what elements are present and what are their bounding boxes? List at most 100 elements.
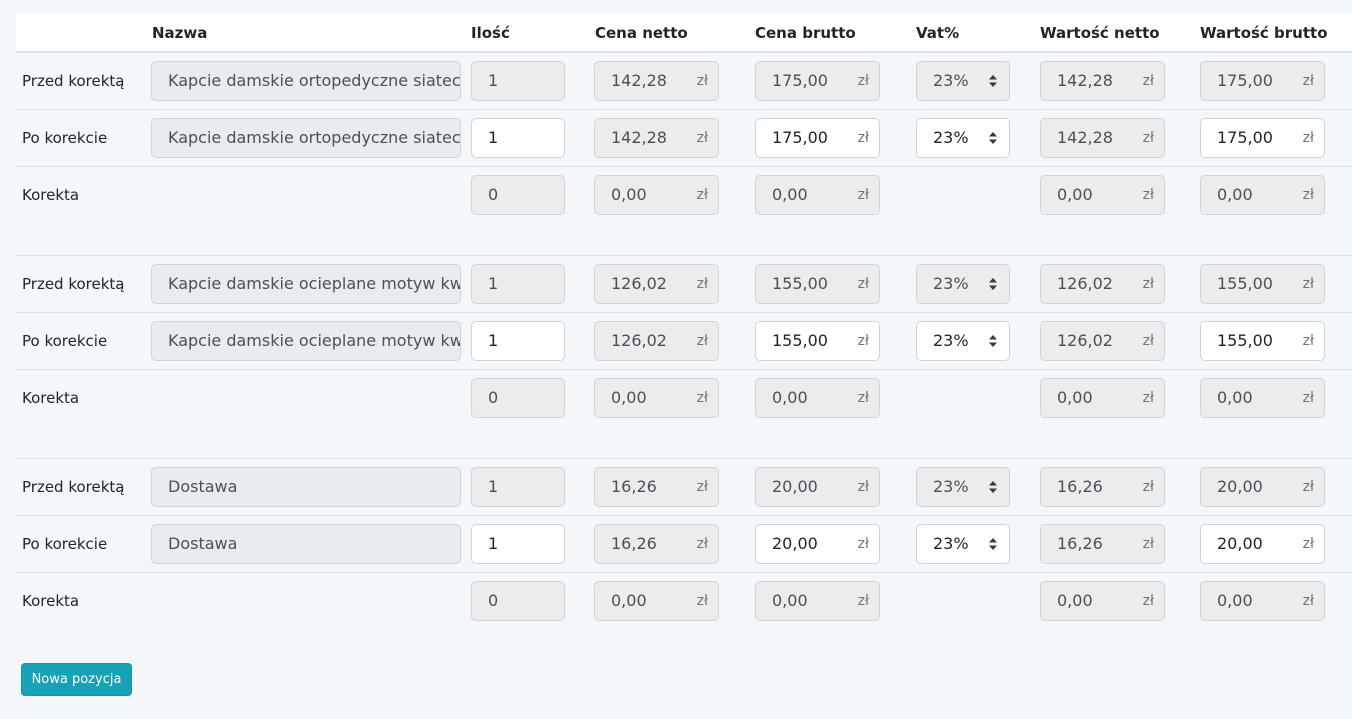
table-header: Nazwa Ilość Cena netto Cena brutto Vat% … (16, 14, 1352, 53)
vat-select[interactable]: 23% (916, 118, 1010, 158)
currency-label: zł (696, 536, 708, 552)
net-price-field: 0,00 zł (594, 581, 719, 621)
currency-label: zł (857, 593, 869, 609)
currency-label: zł (1142, 333, 1154, 349)
currency-label: zł (1142, 593, 1154, 609)
header-gross-value: Wartość brutto (1200, 24, 1328, 42)
gross-value-field: 20,00 zł (1200, 467, 1325, 507)
header-net-value: Wartość netto (1040, 24, 1160, 42)
gross-price-input[interactable]: 175,00 zł (755, 118, 880, 158)
group-separator (16, 426, 1352, 459)
gross-price-field: 0,00 zł (755, 581, 880, 621)
name-field: Kapcie damskie ocieplane motyw kwiatowy (151, 321, 461, 361)
currency-label: zł (1302, 593, 1314, 609)
currency-label: zł (1302, 187, 1314, 203)
row-label: Przed korektą (22, 72, 125, 90)
currency-label: zł (1302, 276, 1314, 292)
net-price-field: 16,26 zł (594, 524, 719, 564)
name-field: Dostawa (151, 467, 461, 507)
currency-label: zł (1142, 187, 1154, 203)
currency-label: zł (1302, 390, 1314, 406)
row-label: Po korekcie (22, 535, 108, 553)
currency-label: zł (857, 536, 869, 552)
currency-label: zł (1302, 73, 1314, 89)
header-name: Nazwa (152, 24, 208, 42)
select-updown-icon (989, 75, 997, 87)
select-updown-icon (989, 538, 997, 550)
row-label: Korekta (22, 389, 80, 407)
row-label: Korekta (22, 592, 80, 610)
table-row-after: Po korekcie Dostawa 1 16,26 zł 20,00 zł 23… (16, 516, 1352, 573)
currency-label: zł (857, 333, 869, 349)
gross-price-input[interactable]: 155,00 zł (755, 321, 880, 361)
currency-label: zł (696, 276, 708, 292)
new-position-button[interactable]: Nowa pozycja (21, 663, 132, 696)
currency-label: zł (696, 593, 708, 609)
table-row-correction: Korekta 0 0,00 zł 0,00 zł 0,00 zł 0,00 zł (16, 370, 1352, 426)
vat-select: 23% (916, 467, 1010, 507)
table-row-after: Po korekcie Kapcie damskie ortopedyczne … (16, 110, 1352, 167)
table-row-before: Przed korektą Kapcie damskie ortopedyczn… (16, 53, 1352, 110)
qty-input[interactable]: 1 (471, 524, 565, 564)
currency-label: zł (696, 73, 708, 89)
currency-label: zł (857, 187, 869, 203)
currency-label: zł (1302, 536, 1314, 552)
table-row-before: Przed korektą Dostawa 1 16,26 zł 20,00 zł … (16, 459, 1352, 516)
name-field: Kapcie damskie ocieplane motyw kwiatowy (151, 264, 461, 304)
gross-value-input[interactable]: 155,00 zł (1200, 321, 1325, 361)
currency-label: zł (1142, 479, 1154, 495)
net-value-field: 0,00 zł (1040, 378, 1165, 418)
qty-field: 0 (471, 581, 565, 621)
currency-label: zł (1142, 390, 1154, 406)
header-vat: Vat% (916, 24, 960, 42)
qty-input[interactable]: 1 (471, 321, 565, 361)
vat-select[interactable]: 23% (916, 524, 1010, 564)
qty-field: 0 (471, 175, 565, 215)
group-separator (16, 223, 1352, 256)
gross-price-field: 0,00 zł (755, 378, 880, 418)
gross-value-input[interactable]: 20,00 zł (1200, 524, 1325, 564)
header-qty: Ilość (471, 24, 510, 42)
net-price-field: 126,02 zł (594, 321, 719, 361)
net-value-field: 16,26 zł (1040, 524, 1165, 564)
select-updown-icon (989, 278, 997, 290)
gross-value-field: 0,00 zł (1200, 378, 1325, 418)
gross-price-field: 20,00 zł (755, 467, 880, 507)
currency-label: zł (1302, 130, 1314, 146)
currency-label: zł (696, 479, 708, 495)
gross-value-field: 175,00 zł (1200, 61, 1325, 101)
qty-field: 1 (471, 264, 565, 304)
net-value-field: 142,28 zł (1040, 61, 1165, 101)
currency-label: zł (696, 390, 708, 406)
select-updown-icon (989, 335, 997, 347)
gross-value-field: 0,00 zł (1200, 175, 1325, 215)
row-label: Korekta (22, 186, 80, 204)
qty-field: 1 (471, 61, 565, 101)
net-value-field: 0,00 zł (1040, 175, 1165, 215)
currency-label: zł (696, 130, 708, 146)
gross-value-input[interactable]: 175,00 zł (1200, 118, 1325, 158)
currency-label: zł (857, 73, 869, 89)
net-value-field: 142,28 zł (1040, 118, 1165, 158)
net-value-field: 126,02 zł (1040, 264, 1165, 304)
header-gross-price: Cena brutto (755, 24, 856, 42)
net-value-field: 126,02 zł (1040, 321, 1165, 361)
correction-table: Nazwa Ilość Cena netto Cena brutto Vat% … (16, 14, 1352, 629)
gross-price-input[interactable]: 20,00 zł (755, 524, 880, 564)
net-price-field: 126,02 zł (594, 264, 719, 304)
currency-label: zł (1142, 536, 1154, 552)
vat-select: 23% (916, 61, 1010, 101)
qty-field: 0 (471, 378, 565, 418)
currency-label: zł (1142, 276, 1154, 292)
table-row-correction: Korekta 0 0,00 zł 0,00 zł 0,00 zł 0,00 zł (16, 167, 1352, 223)
net-price-field: 16,26 zł (594, 467, 719, 507)
vat-select[interactable]: 23% (916, 321, 1010, 361)
gross-value-field: 155,00 zł (1200, 264, 1325, 304)
qty-field: 1 (471, 467, 565, 507)
row-label: Przed korektą (22, 478, 125, 496)
table-row-after: Po korekcie Kapcie damskie ocieplane mot… (16, 313, 1352, 370)
name-field: Kapcie damskie ortopedyczne siateczka (151, 118, 461, 158)
name-field: Kapcie damskie ortopedyczne siateczka (151, 61, 461, 101)
vat-select: 23% (916, 264, 1010, 304)
qty-input[interactable]: 1 (471, 118, 565, 158)
